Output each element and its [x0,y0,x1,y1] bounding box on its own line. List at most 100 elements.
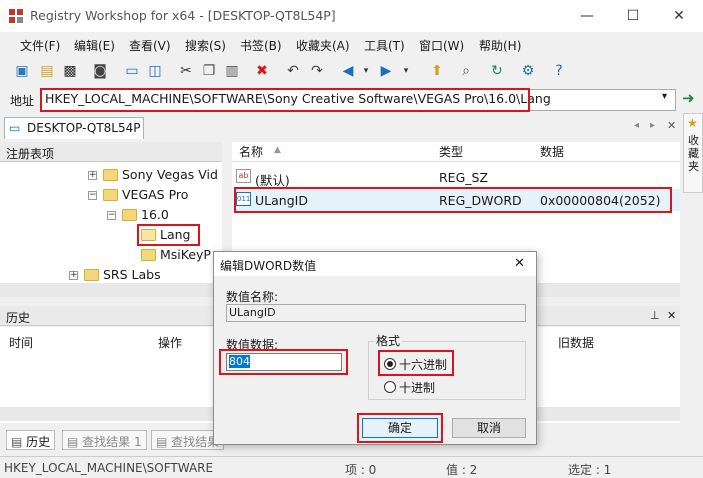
paste-icon[interactable]: ▥ [222,61,242,81]
column-name[interactable]: 名称 [239,143,263,160]
expander-srs-labs[interactable]: + [69,271,78,280]
tab-find-results-1-label: 查找结果 1 [82,435,142,449]
menu-help[interactable]: 帮助(H) [479,37,521,54]
title-bar: Registry Workshop for x64 - [DESKTOP-QT8… [0,0,703,32]
cut-icon[interactable]: ✂ [176,61,196,81]
close-button[interactable]: ✕ [656,0,702,32]
column-data[interactable]: 数据 [540,143,564,160]
tab-close-icon[interactable]: ✕ [667,119,676,132]
menu-view[interactable]: 查看(V) [129,37,171,54]
find-icon[interactable]: ⌕ [456,61,476,81]
tab-find-results-label: 查找结果 [171,435,220,449]
history-column-action[interactable]: 操作 [158,334,182,351]
address-label: 地址 [10,94,35,108]
save-icon[interactable]: ▩ [60,61,80,81]
hex-highlight [378,350,454,376]
copy-icon[interactable]: ❐ [199,61,219,81]
tab-scroll-left-icon[interactable]: ◂ [634,120,639,131]
tree-item-msikeyp[interactable]: MsiKeyP [160,247,211,262]
radio-decimal-label[interactable]: 十进制 [399,379,435,396]
tree-item-srs-labs[interactable]: SRS Labs [103,267,161,282]
edit-dword-dialog: 编辑DWORD数值 ✕ 数值名称: ULangID 数值数据: 804 格式 十… [213,251,537,445]
network-icon[interactable]: ◫ [145,61,165,81]
lang-highlight [137,224,200,246]
tree-item-16[interactable]: 16.0 [141,207,169,222]
forward-icon[interactable]: ▶ [376,61,396,81]
camera-icon[interactable]: ◙ [90,61,110,81]
back-icon[interactable]: ◀ [338,61,358,81]
history-column-time[interactable]: 时间 [9,334,33,351]
settings-icon[interactable]: ⚙ [518,61,538,81]
address-bar: 地址 HKEY_LOCAL_MACHINE\SOFTWARE\Sony Crea… [0,87,703,113]
tab-label: DESKTOP-QT8L54P [27,121,141,135]
address-dropdown-icon[interactable]: ▾ [662,91,667,102]
status-path: HKEY_LOCAL_MACHINE\SOFTWARE [4,461,214,475]
parent-folder-icon[interactable]: ⬆ [427,61,447,81]
expander-vegas-pro[interactable]: − [88,191,97,200]
expander-16[interactable]: − [107,211,116,220]
dialog-close-button[interactable]: ✕ [514,256,525,271]
app-icon [8,8,24,24]
import-icon[interactable]: ▤ [37,61,57,81]
address-highlight [40,88,530,112]
forward-dropdown-icon[interactable]: ▾ [396,61,416,81]
registry-tree: + Sony Vegas Vid − VEGAS Pro − 16.0 Lang… [0,162,222,297]
history-column-old-data[interactable]: 旧数据 [558,334,594,351]
folder-icon [103,169,118,181]
dialog-title: 编辑DWORD数值 [220,259,317,273]
tab-scroll-right-icon[interactable]: ▸ [650,120,655,131]
radio-decimal[interactable] [384,381,396,393]
tab-find-results-1[interactable]: ▤ 查找结果 1 [62,430,147,450]
find-results-icon: ▤ [156,435,168,449]
favorites-side-panel[interactable]: ★ 收藏夹 [683,113,703,193]
sort-ascending-icon: ▲ [274,145,281,155]
expander-sony-vegas[interactable]: + [88,171,97,180]
pin-icon[interactable]: ⊥ [650,309,660,322]
menu-favorites[interactable]: 收藏夹(A) [296,37,350,54]
row-default-type: REG_SZ [439,170,489,185]
history-close-icon[interactable]: ✕ [667,309,676,322]
document-tab-bar: ▭ DESKTOP-QT8L54P ◂ ▸ ✕ [0,115,680,139]
string-value-icon: ab [236,169,251,183]
redo-icon[interactable]: ↷ [307,61,327,81]
value-name-field: ULangID [226,304,526,322]
tab-history-label: 历史 [26,435,51,449]
folder-icon [141,249,156,261]
ulangid-highlight [234,187,672,213]
tab-history[interactable]: ▤ 历史 [6,430,56,450]
bottom-tabs: ▤ 历史 ▤ 查找结果 1 ▤ 查找结果 [0,428,225,452]
folder-icon [122,209,137,221]
tree-horizontal-scrollbar[interactable] [0,283,222,297]
value-data-highlight [219,349,348,375]
back-dropdown-icon[interactable]: ▾ [356,61,376,81]
status-items: 项 : 0 [345,463,377,477]
undo-icon[interactable]: ↶ [283,61,303,81]
tab-desktop[interactable]: ▭ DESKTOP-QT8L54P [4,117,144,139]
menu-edit[interactable]: 编辑(E) [74,37,115,54]
dialog-title-bar: 编辑DWORD数值 ✕ [214,252,536,276]
computer-icon[interactable]: ▭ [122,61,142,81]
open-registry-icon[interactable]: ▣ [12,61,32,81]
star-icon: ★ [687,116,698,130]
tree-item-vegas-pro[interactable]: VEGAS Pro [122,187,188,202]
menu-bookmarks[interactable]: 书签(B) [240,37,282,54]
column-type[interactable]: 类型 [439,143,463,160]
cancel-button[interactable]: 取消 [452,418,526,438]
menu-search[interactable]: 搜索(S) [185,37,226,54]
refresh-icon[interactable]: ↻ [487,61,507,81]
menu-window[interactable]: 窗口(W) [419,37,464,54]
toolbar: ▣ ▤ ▩ ◙ ▭ ◫ ✂ ❐ ▥ ✖ ↶ ↷ ◀ ▾ ▶ ▾ ⬆ ⌕ ↻ ⚙ … [0,56,703,86]
menu-file[interactable]: 文件(F) [20,37,60,54]
help-icon[interactable]: ? [549,61,569,81]
menu-tools[interactable]: 工具(T) [364,37,405,54]
find-results-icon: ▤ [67,435,79,449]
tree-item-sony-vegas[interactable]: Sony Vegas Vid [122,167,218,182]
delete-icon[interactable]: ✖ [252,61,272,81]
folder-icon [84,269,99,281]
tree-header: 注册表项 [0,142,222,162]
go-arrow-icon[interactable]: ➜ [682,89,695,107]
status-bar: HKEY_LOCAL_MACHINE\SOFTWARE 项 : 0 值 : 2 … [0,456,703,478]
maximize-button[interactable]: ☐ [610,0,656,32]
status-values: 值 : 2 [446,463,478,477]
minimize-button[interactable]: — [564,0,610,32]
